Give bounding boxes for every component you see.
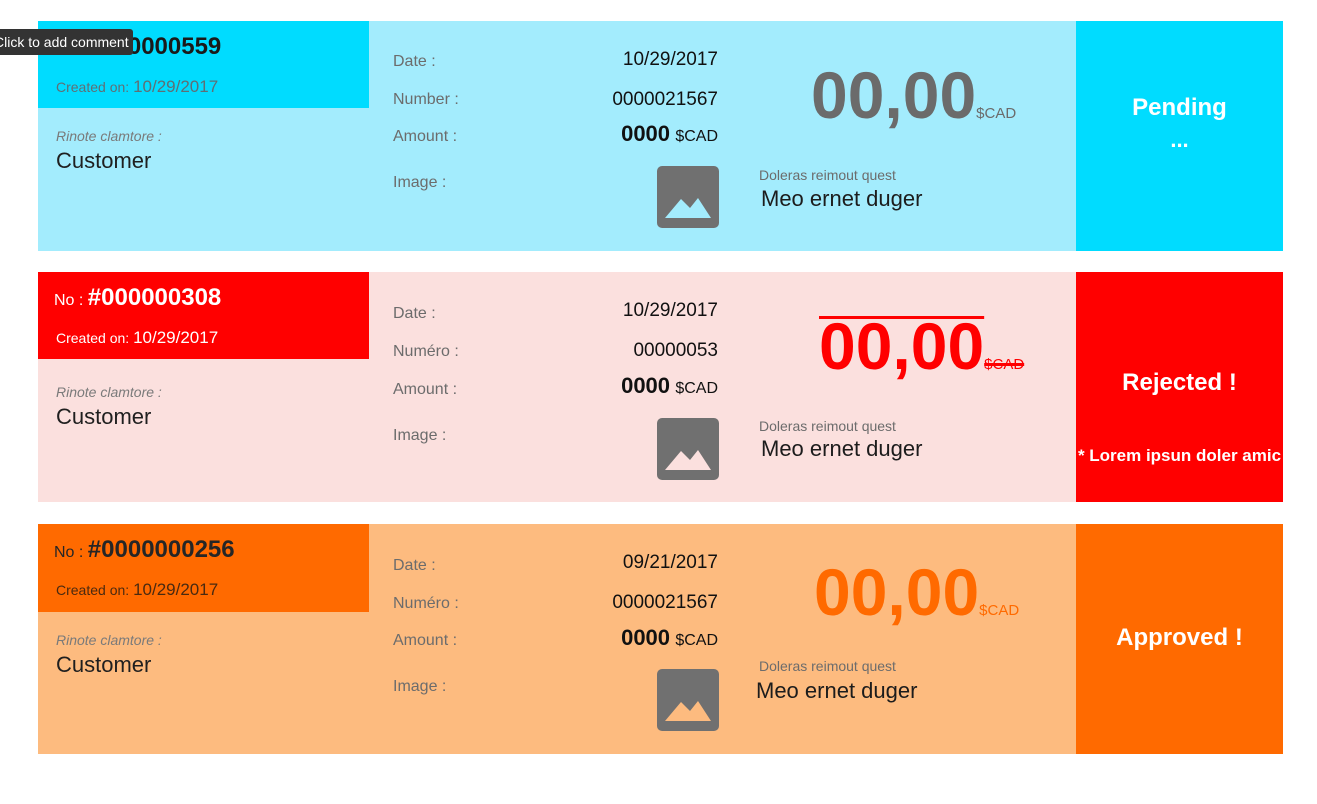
image-icon[interactable]: [657, 669, 719, 731]
tooltip-text: Click to add comment: [0, 34, 129, 50]
total-currency: $CAD: [979, 602, 1020, 619]
number-value: 0000021567: [612, 592, 718, 613]
claim-number-value: #000000308: [87, 284, 222, 311]
total-amount: 00,00$CAD: [814, 554, 1019, 630]
claim-number: No : #000000308: [54, 284, 221, 312]
claim-number-label: No :: [54, 292, 88, 309]
card-header: No : #0000000256 Created on: 10/29/2017: [38, 524, 369, 612]
doleras-value: Meo ernet duger: [761, 436, 923, 461]
created-on-value: 10/29/2017: [133, 77, 219, 96]
amount-label: Amount :: [393, 381, 458, 398]
created-on-value: 10/29/2017: [133, 328, 219, 347]
card-left-panel: No : #000000308 Created on: 10/29/2017 R…: [38, 272, 369, 502]
status-panel[interactable]: Approved !: [1076, 524, 1283, 754]
image-icon[interactable]: [657, 166, 719, 228]
status-text: Rejected !: [1122, 369, 1237, 396]
claim-card-rejected[interactable]: No : #000000308 Created on: 10/29/2017 R…: [38, 272, 1283, 502]
claim-number-label: No :: [54, 544, 88, 561]
rinote-label: Rinote clamtore :: [56, 632, 162, 648]
doleras-value: Meo ernet duger: [756, 678, 918, 703]
status-text: Pending: [1132, 94, 1227, 121]
created-on: Created on: 10/29/2017: [56, 580, 218, 600]
customer-name: Customer: [56, 652, 152, 677]
date-label: Date :: [393, 305, 436, 322]
status-panel[interactable]: Rejected ! * Lorem ipsun doler amic: [1076, 272, 1283, 502]
amount-number: 0000: [621, 625, 671, 650]
amount-value: 0000 $CAD: [621, 373, 718, 399]
amount-label: Amount :: [393, 632, 458, 649]
number-label: Numéro :: [393, 595, 459, 612]
amount-value: 0000 $CAD: [621, 121, 718, 147]
created-on-label: Created on:: [56, 330, 134, 346]
date-label: Date :: [393, 557, 436, 574]
status-subtext: ...: [1170, 127, 1189, 152]
amount-currency: $CAD: [675, 128, 718, 145]
date-label: Date :: [393, 53, 436, 70]
status-subtext: * Lorem ipsun doler amic: [1077, 446, 1282, 465]
total-value: 00,00: [814, 555, 980, 629]
number-label: Number :: [393, 91, 459, 108]
card-details: Date : 10/29/2017 Numéro : 00000053 Amou…: [369, 272, 1076, 502]
created-on-value: 10/29/2017: [133, 580, 219, 599]
number-value: 00000053: [633, 340, 718, 361]
total-amount: 00,00$CAD: [819, 308, 1024, 384]
total-currency: $CAD: [976, 105, 1017, 122]
status-text: Approved !: [1116, 624, 1243, 651]
rinote-label: Rinote clamtore :: [56, 128, 162, 144]
card-details: Date : 09/21/2017 Numéro : 0000021567 Am…: [369, 524, 1076, 754]
doleras-label: Doleras reimout quest: [759, 418, 896, 434]
created-on-label: Created on:: [56, 79, 134, 95]
status-panel[interactable]: Pending ...: [1076, 21, 1283, 251]
customer-name: Customer: [56, 148, 152, 173]
image-icon[interactable]: [657, 418, 719, 480]
doleras-value: Meo ernet duger: [761, 186, 923, 211]
total-value: 00,00: [819, 309, 985, 383]
date-value: 10/29/2017: [622, 49, 718, 70]
rinote-label: Rinote clamtore :: [56, 384, 162, 400]
card-header: No : #000000308 Created on: 10/29/2017: [38, 272, 369, 359]
claim-card-approved[interactable]: No : #0000000256 Created on: 10/29/2017 …: [38, 524, 1283, 754]
total-currency: $CAD: [984, 356, 1025, 373]
claim-number: No : #0000000256: [54, 536, 235, 564]
number-label: Numéro :: [393, 343, 459, 360]
card-details: Date : 10/29/2017 Number : 0000021567 Am…: [369, 21, 1076, 251]
amount-label: Amount :: [393, 128, 458, 145]
amount-currency: $CAD: [675, 380, 718, 397]
number-value: 0000021567: [612, 89, 718, 110]
claim-card-pending[interactable]: No : #000000559 Created on: 10/29/2017 R…: [38, 21, 1283, 251]
date-value: 10/29/2017: [622, 300, 718, 321]
created-on: Created on: 10/29/2017: [56, 328, 218, 348]
card-left-panel: No : #000000559 Created on: 10/29/2017 R…: [38, 21, 369, 251]
created-on-label: Created on:: [56, 582, 134, 598]
customer-name: Customer: [56, 404, 152, 429]
image-label: Image :: [393, 427, 447, 444]
add-comment-tooltip[interactable]: Click to add comment: [0, 29, 133, 55]
doleras-label: Doleras reimout quest: [759, 658, 896, 674]
claim-number-value: #0000000256: [87, 536, 235, 563]
image-label: Image :: [393, 678, 447, 695]
total-amount: 00,00$CAD: [811, 57, 1016, 133]
image-label: Image :: [393, 174, 447, 191]
created-on: Created on: 10/29/2017: [56, 77, 218, 97]
total-value: 00,00: [811, 58, 977, 132]
card-left-panel: No : #0000000256 Created on: 10/29/2017 …: [38, 524, 369, 754]
amount-value: 0000 $CAD: [621, 625, 718, 651]
date-value: 09/21/2017: [622, 552, 718, 573]
doleras-label: Doleras reimout quest: [759, 167, 896, 183]
amount-number: 0000: [621, 121, 671, 146]
amount-currency: $CAD: [675, 632, 718, 649]
amount-number: 0000: [621, 373, 671, 398]
